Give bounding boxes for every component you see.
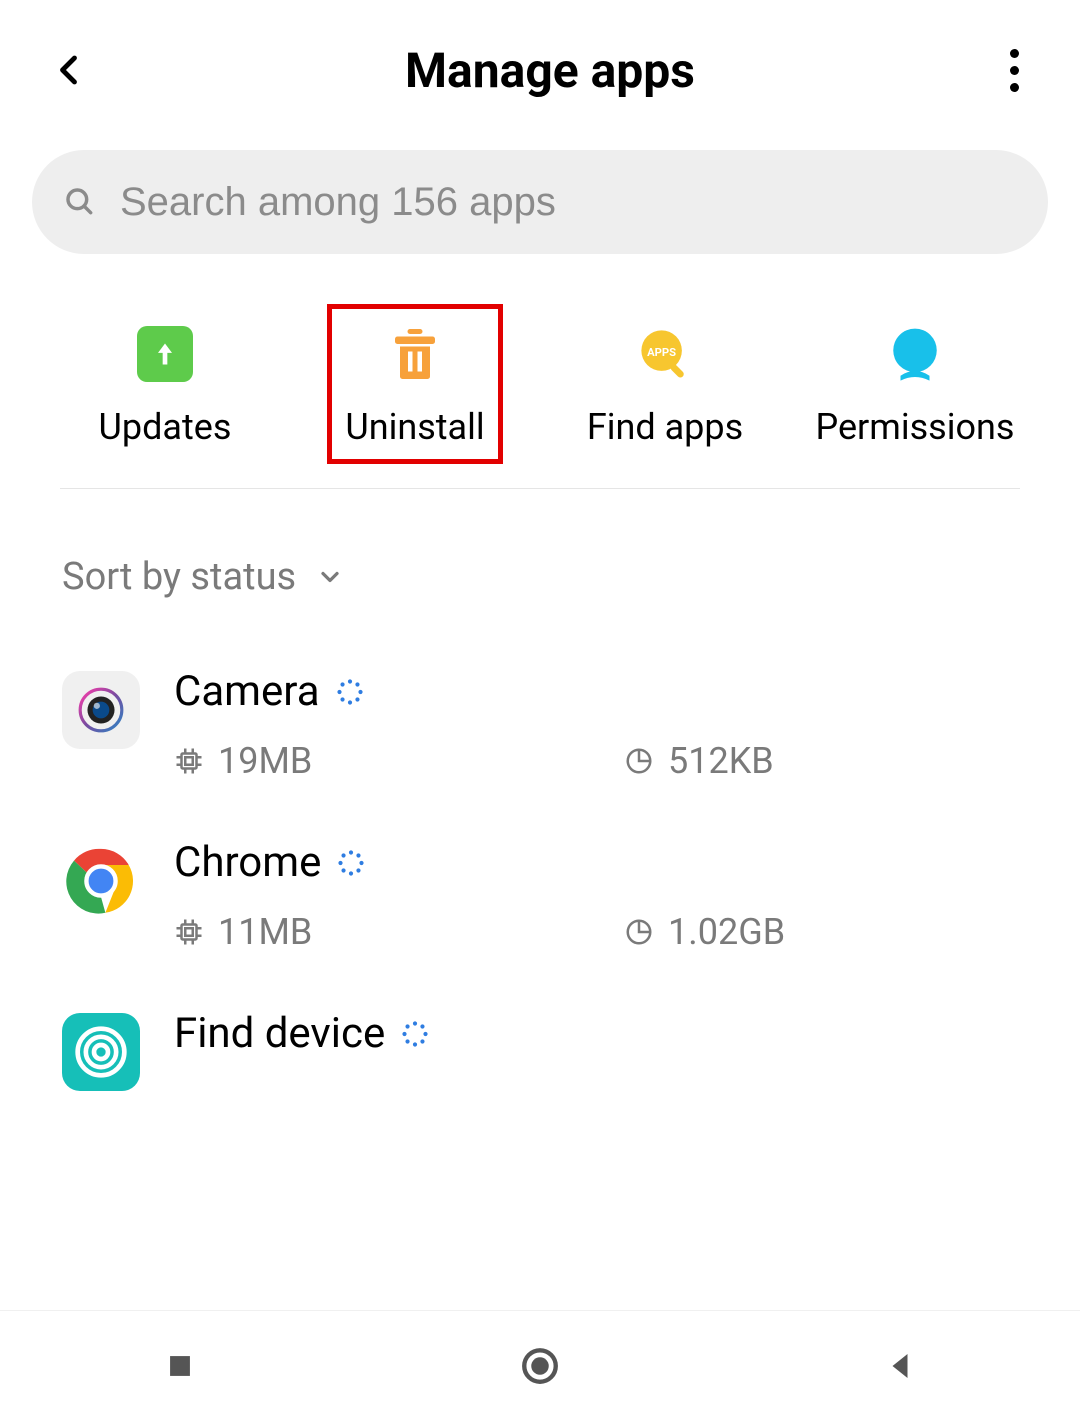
- app-row-chrome[interactable]: Chrome 11MB 1.02GB: [62, 810, 1020, 981]
- search-input[interactable]: [120, 180, 1016, 225]
- search-bar-wrap: [0, 130, 1080, 264]
- find-apps-icon: APPS: [635, 324, 695, 384]
- app-name-label: Camera: [174, 667, 320, 716]
- uninstall-label: Uninstall: [345, 406, 484, 448]
- permissions-label: Permissions: [815, 406, 1014, 448]
- app-list: Camera 19MB 512KB: [0, 619, 1080, 1119]
- find-apps-label: Find apps: [587, 406, 743, 448]
- updates-icon: [135, 324, 195, 384]
- actions-row: Updates Uninstall APPS Find apps: [0, 264, 1080, 488]
- updates-action[interactable]: Updates: [65, 324, 265, 448]
- page-title: Manage apps: [405, 42, 695, 99]
- scroll-fade: [0, 1270, 1080, 1310]
- app-name-label: Find device: [174, 1009, 385, 1058]
- storage-value: 512KB: [668, 740, 774, 782]
- storage-icon: [624, 746, 654, 776]
- running-indicator-icon: [401, 1020, 429, 1048]
- more-icon: [1010, 49, 1019, 58]
- memory-value: 19MB: [218, 740, 312, 782]
- running-indicator-icon: [336, 678, 364, 706]
- app-row-find-device[interactable]: Find device: [62, 981, 1020, 1119]
- camera-app-icon: [62, 671, 140, 749]
- sort-label: Sort by status: [62, 555, 296, 599]
- nav-back-button[interactable]: [875, 1341, 925, 1391]
- uninstall-icon: [385, 324, 445, 384]
- find-apps-action[interactable]: APPS Find apps: [565, 324, 765, 448]
- chevron-down-icon: [316, 563, 344, 591]
- app-header: Manage apps: [0, 0, 1080, 130]
- home-icon: [519, 1345, 561, 1387]
- memory-icon: [174, 746, 204, 776]
- storage-icon: [624, 917, 654, 947]
- updates-label: Updates: [99, 406, 232, 448]
- home-button[interactable]: [515, 1341, 565, 1391]
- back-icon: [52, 52, 88, 88]
- recents-icon: [163, 1349, 197, 1383]
- nav-back-icon: [882, 1348, 918, 1384]
- more-options-button[interactable]: [1000, 49, 1040, 92]
- storage-value: 1.02GB: [668, 911, 785, 953]
- sort-dropdown[interactable]: Sort by status: [0, 489, 1080, 619]
- uninstall-action[interactable]: Uninstall: [315, 324, 515, 448]
- app-name-label: Chrome: [174, 838, 321, 887]
- memory-value: 11MB: [218, 911, 312, 953]
- permissions-action[interactable]: Permissions: [815, 324, 1015, 448]
- recents-button[interactable]: [155, 1341, 205, 1391]
- svg-text:APPS: APPS: [647, 346, 676, 359]
- chrome-app-icon: [62, 842, 140, 920]
- memory-icon: [174, 917, 204, 947]
- app-row-camera[interactable]: Camera 19MB 512KB: [62, 639, 1020, 810]
- permissions-icon: [885, 324, 945, 384]
- search-bar[interactable]: [32, 150, 1048, 254]
- find-device-app-icon: [62, 1013, 140, 1091]
- search-icon: [64, 185, 96, 219]
- running-indicator-icon: [337, 849, 365, 877]
- android-nav-bar: [0, 1310, 1080, 1420]
- back-button[interactable]: [40, 40, 100, 100]
